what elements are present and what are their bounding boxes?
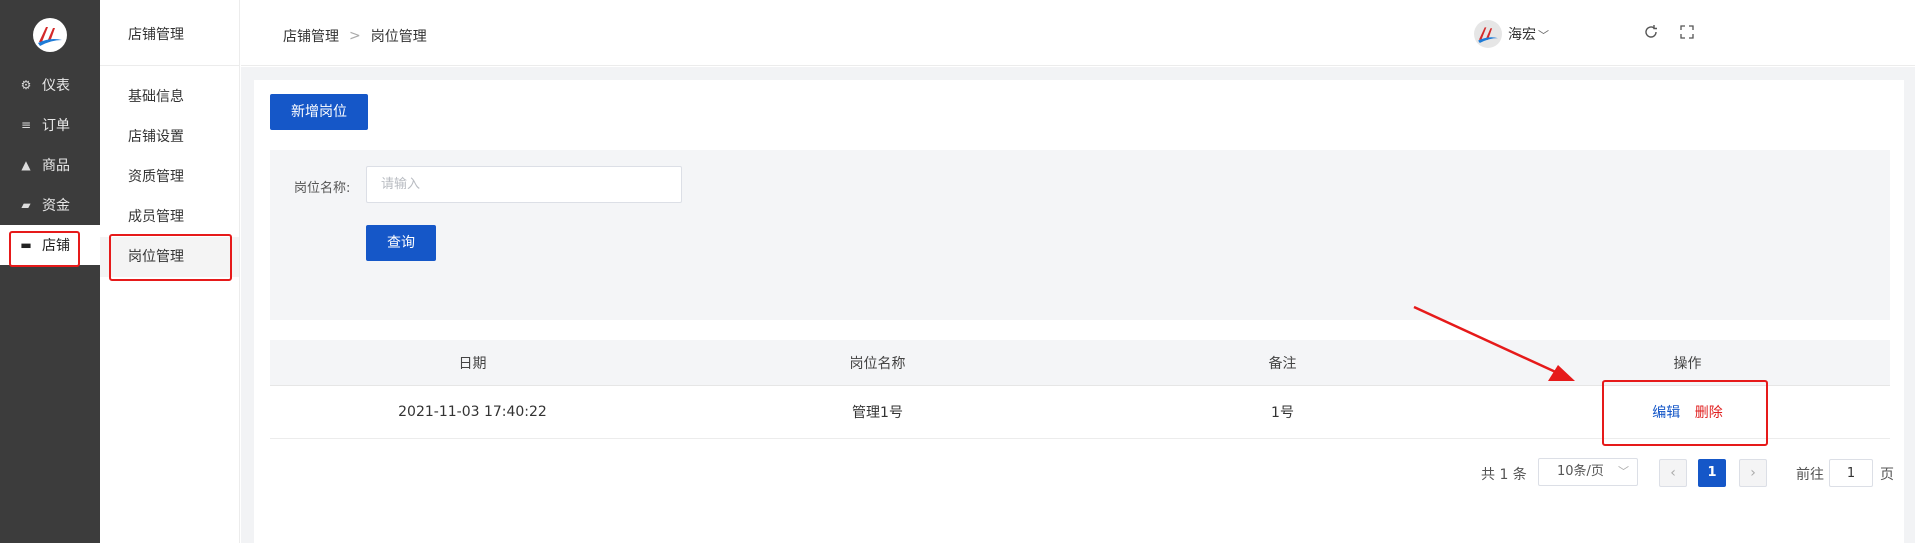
chevron-down-icon: ﹀ xyxy=(1618,465,1629,478)
subnav-item-members[interactable]: 成员管理 xyxy=(100,197,239,237)
top-bar: 店铺管理 > 岗位管理 xyxy=(241,0,1915,66)
avatar[interactable] xyxy=(1474,20,1502,48)
subnav-item-basic-info[interactable]: 基础信息 xyxy=(100,77,239,117)
add-position-button[interactable]: 新增岗位 xyxy=(270,94,368,130)
subnav-item-store-settings[interactable]: 店铺设置 xyxy=(100,117,239,157)
column-header-note: 备注 xyxy=(1268,355,1297,372)
annotation-highlight-store xyxy=(9,231,80,267)
page-suffix-label: 页 xyxy=(1880,467,1894,483)
sidebar-item-label: 订单 xyxy=(42,118,70,134)
page-size-select[interactable]: 10条/页 ﹀ xyxy=(1538,458,1638,486)
goto-label: 前往 xyxy=(1796,467,1824,483)
chevron-down-icon: ﹀ xyxy=(1538,29,1549,42)
sidebar-item-dashboard[interactable]: ⚙ 仪表 xyxy=(0,65,100,105)
column-header-name: 岗位名称 xyxy=(849,355,906,372)
annotation-highlight-actions xyxy=(1602,380,1768,446)
goto-page-input[interactable] xyxy=(1829,459,1873,487)
sidebar-item-label: 商品 xyxy=(42,158,70,174)
user-name: 海宏 xyxy=(1508,27,1536,43)
search-button[interactable]: 查询 xyxy=(366,225,436,261)
breadcrumb: 店铺管理 > 岗位管理 xyxy=(283,26,427,46)
page-number-current[interactable]: 1 xyxy=(1698,459,1726,487)
app-logo[interactable] xyxy=(33,18,67,52)
column-header-actions: 操作 xyxy=(1673,355,1702,372)
wallet-icon: ▰ xyxy=(21,198,31,212)
sidebar-item-label: 仪表 xyxy=(42,78,70,94)
subnav-item-qualifications[interactable]: 资质管理 xyxy=(100,157,239,197)
prev-page-button[interactable]: ‹ xyxy=(1659,459,1687,487)
logo-mark xyxy=(38,27,62,46)
sidebar-item-label: 资金 xyxy=(42,198,70,214)
subnav-title: 店铺管理 xyxy=(100,0,239,66)
breadcrumb-item-store[interactable]: 店铺管理 xyxy=(283,26,339,46)
breadcrumb-separator-icon: > xyxy=(349,28,361,44)
total-count: 共 1 条 xyxy=(1481,467,1527,483)
cell-date: 2021-11-03 17:40:22 xyxy=(398,404,547,420)
dashboard-icon: ⚙ xyxy=(20,78,32,92)
column-header-date: 日期 xyxy=(458,355,487,372)
cell-note: 1号 xyxy=(1271,405,1294,421)
refresh-icon[interactable] xyxy=(1642,24,1660,42)
list-icon: ≡ xyxy=(20,118,32,132)
position-name-input[interactable] xyxy=(366,166,682,203)
sidebar-item-funds[interactable]: ▰ 资金 xyxy=(0,185,100,225)
bag-icon: ▲ xyxy=(21,158,31,172)
next-page-button[interactable]: › xyxy=(1739,459,1767,487)
page-size-value: 10条/页 xyxy=(1557,464,1604,479)
sidebar-item-products[interactable]: ▲ 商品 xyxy=(0,145,100,185)
cell-position-name: 管理1号 xyxy=(852,405,903,421)
breadcrumb-item-positions: 岗位管理 xyxy=(370,29,427,45)
user-menu[interactable]: 海宏 ﹀ xyxy=(1508,24,1549,44)
position-name-label: 岗位名称: xyxy=(294,181,351,196)
annotation-highlight-positions xyxy=(109,234,232,281)
fullscreen-icon[interactable] xyxy=(1678,24,1696,42)
main-sidebar: ⚙ 仪表 ≡ 订单 ▲ 商品 ▰ 资金 ▬ 店铺 xyxy=(0,0,100,543)
sidebar-item-orders[interactable]: ≡ 订单 xyxy=(0,105,100,145)
